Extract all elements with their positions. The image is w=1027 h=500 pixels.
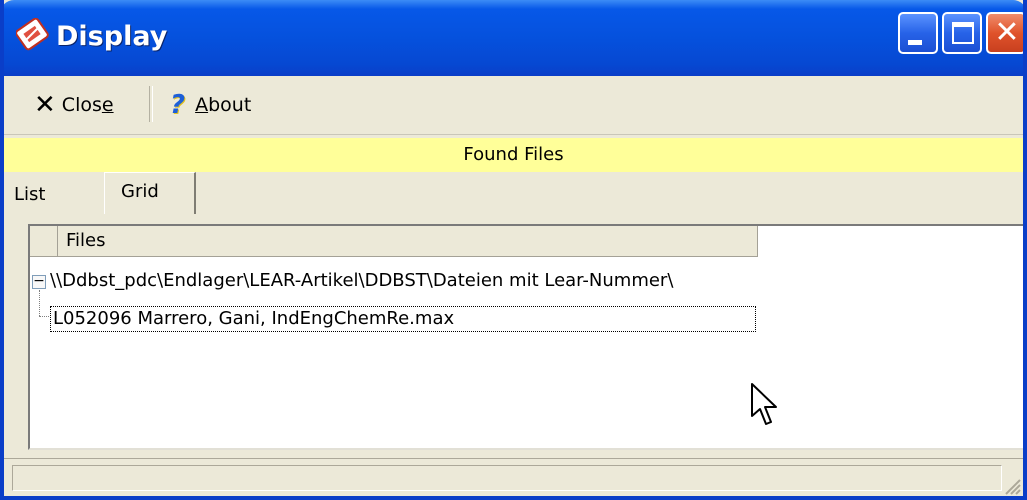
status-panel: [12, 465, 1002, 491]
grid-header: Files: [30, 226, 758, 257]
collapse-icon[interactable]: −: [32, 274, 46, 289]
tree-file-item[interactable]: L052096 Marrero, Gani, IndEngChemRe.max: [50, 306, 756, 332]
close-button-label: Close: [61, 94, 114, 116]
found-files-banner: Found Files: [4, 138, 1023, 172]
grid-corner-cell: [30, 226, 58, 256]
close-window-button[interactable]: ✕: [986, 12, 1023, 54]
toolbar: ✕ Close ? About: [4, 76, 1023, 135]
question-icon: ?: [170, 90, 186, 120]
tree-connector-vertical: [39, 290, 40, 316]
mouse-cursor-icon: [751, 383, 777, 425]
tab-list[interactable]: List: [4, 176, 104, 214]
resize-grip-icon[interactable]: [1001, 475, 1021, 495]
minimize-icon: [908, 40, 922, 45]
close-button[interactable]: ✕ Close: [34, 90, 114, 120]
column-header-files[interactable]: Files: [66, 230, 106, 251]
minimize-button[interactable]: [898, 12, 938, 54]
tree-connector-horizontal: [39, 316, 49, 317]
about-button[interactable]: ? About: [170, 90, 251, 120]
files-grid[interactable]: Files − \\Ddbst_pdc\Endlager\LEAR-Artike…: [28, 224, 1023, 450]
close-icon: ✕: [994, 15, 1020, 50]
window-title: Display: [56, 21, 168, 52]
tab-grid[interactable]: Grid: [104, 172, 196, 214]
status-bar: [4, 458, 1023, 496]
maximize-button[interactable]: [942, 12, 982, 54]
display-app-icon: [16, 18, 49, 51]
about-button-label: About: [195, 94, 252, 116]
tree-folder-path[interactable]: \\Ddbst_pdc\Endlager\LEAR-Artikel\DDBST\…: [50, 270, 673, 291]
x-icon: ✕: [34, 90, 56, 120]
toolbar-separator: [149, 86, 153, 122]
maximize-icon: [952, 22, 974, 44]
display-window: Display ✕ ✕ Close ? About Found Files Li…: [0, 0, 1027, 500]
title-bar[interactable]: Display ✕: [4, 0, 1023, 76]
